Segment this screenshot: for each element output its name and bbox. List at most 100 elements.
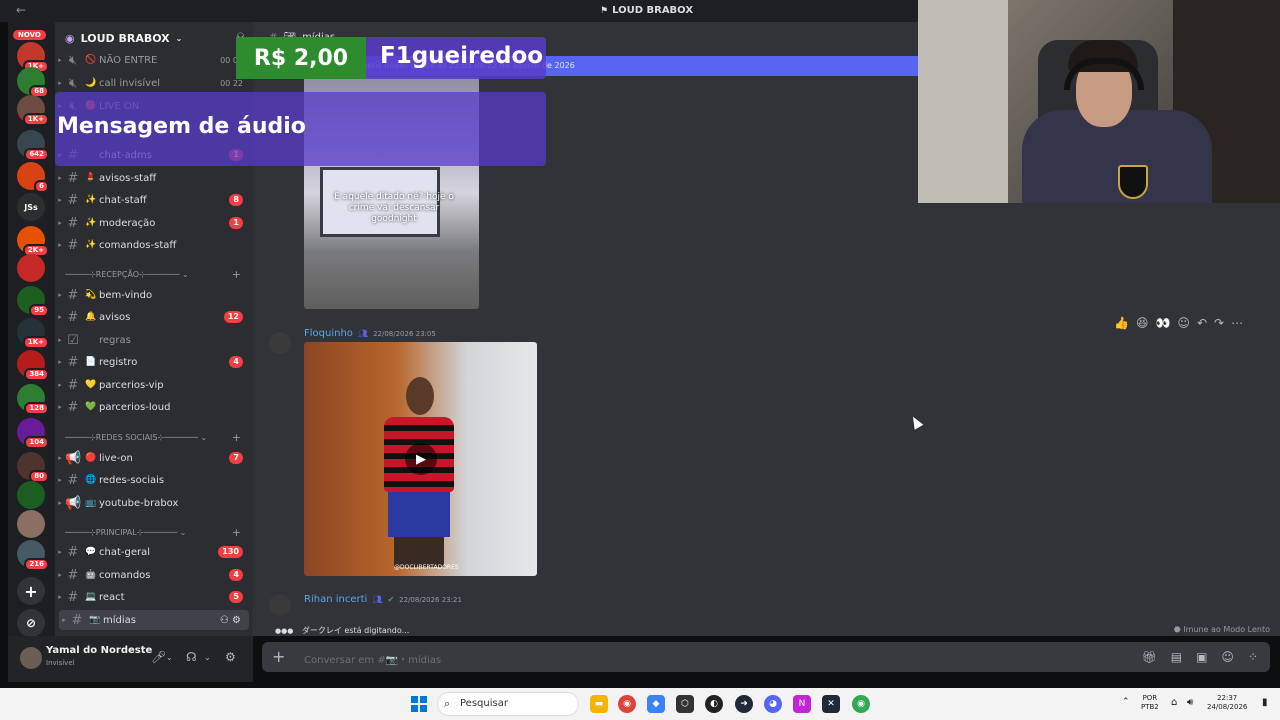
sticker-icon[interactable]: ▣ (1196, 650, 1207, 664)
chevron-up-icon[interactable]: ⌃ (1122, 698, 1130, 707)
server-icon[interactable]: 1K+ (17, 95, 49, 126)
thumbs-up-icon[interactable]: 👍 (1114, 316, 1129, 330)
category-name: REDES SOCIAIS (95, 433, 158, 442)
avatar[interactable] (20, 647, 42, 669)
server-icon[interactable]: 68 (17, 67, 49, 98)
guild-header[interactable]: ◉ LOUD BRABOX ⌄ (65, 32, 182, 45)
reply-icon[interactable]: ↶ (1197, 316, 1207, 330)
channel-item[interactable]: ▸ # 🌐 redes-sociais (55, 470, 253, 490)
channel-item[interactable]: ▸ # 💬 chat-geral 130 (55, 542, 253, 562)
chrome-icon[interactable]: ◉ (852, 695, 870, 713)
channel-item[interactable]: ▸ # ✨ moderação 1 (55, 213, 253, 233)
channel-category[interactable]: ─────⊹ RECEPÇÃO ⊹─────── ⌄ + (65, 268, 245, 281)
channel-item[interactable]: ▸ # 📄 registro 4 (55, 352, 253, 372)
server-icon[interactable]: JSs (17, 193, 45, 221)
app-icon[interactable]: ➜ (735, 695, 753, 713)
channel-item[interactable]: ▸ ☑ regras (55, 330, 253, 350)
channel-item[interactable]: ▸ # 🤖 comandos 4 (55, 565, 253, 585)
back-arrow-icon[interactable]: ← (16, 3, 26, 17)
volume-icon[interactable]: 🔊︎ (1187, 698, 1193, 708)
discover-icon[interactable]: ⊘ (17, 609, 45, 637)
chrome-icon[interactable]: ◉ (618, 695, 636, 713)
server-icon[interactable] (17, 510, 45, 538)
server-icon[interactable]: 80 (17, 452, 49, 483)
channel-item[interactable]: ▸ # ✨ chat-staff 8 (55, 190, 253, 210)
app-icon[interactable]: ⬡ (676, 695, 694, 713)
gif-icon[interactable]: ▤ (1171, 650, 1182, 664)
more-icon[interactable]: ⋯ (1231, 316, 1243, 330)
avatar[interactable] (269, 594, 291, 616)
obs-icon[interactable]: ◐ (705, 695, 723, 713)
server-icon[interactable]: 642 (17, 130, 49, 161)
network-icon[interactable]: ⌂ (1171, 698, 1177, 708)
channel-item[interactable]: ▸ 📢 🔴 live-on 7 (55, 448, 253, 468)
add-channel-icon[interactable]: + (232, 526, 241, 539)
channel-item[interactable]: ▸ # ✨ comandos-staff (55, 235, 253, 255)
laughing-icon[interactable]: 😆 (1136, 316, 1149, 330)
server-icon[interactable]: 2K+ (17, 226, 49, 257)
channel-category[interactable]: ─────⊹ PRINCIPAL ⊹─────── ⌄ + (65, 526, 245, 539)
channel-item[interactable]: ▸ 🔇︎ 🌙 call invisível 00 22 (55, 73, 253, 93)
eyes-icon[interactable]: 👀 (1155, 316, 1170, 330)
server-icon[interactable]: 104 (17, 418, 49, 449)
channel-emoji: 🔴 (85, 453, 97, 463)
server-icon[interactable] (17, 481, 45, 509)
channel-item[interactable]: ▸ # 💻 react 5 (55, 587, 253, 607)
channel-item[interactable]: ▸ # 🔔 avisos 12 (55, 307, 253, 327)
language-indicator[interactable]: POR PTB2 (1141, 694, 1159, 712)
channel-item[interactable]: ▸ 🔇︎ 🚫 NÃO ENTRE 00 01 (55, 50, 253, 70)
forward-icon[interactable]: ↷ (1214, 316, 1224, 330)
unread-count-badge: 4 (229, 569, 243, 581)
video-watermark: @DOCLIBERTADORES (394, 564, 459, 571)
channel-category[interactable]: ─────⊹ REDES SOCIAIS ⊹─────── ⌄ + (65, 431, 245, 444)
add-channel-icon[interactable]: + (232, 268, 241, 281)
discord-icon[interactable]: ◕ (764, 695, 782, 713)
chevron-down-icon[interactable]: ⌄ (204, 653, 211, 662)
message-composer[interactable]: + Conversar em #📷・mídias 🎁︎ ▤ ▣ ☺ ⁘ (262, 642, 1270, 672)
clock[interactable]: 22:37 24/08/2026 (1207, 694, 1247, 712)
terminal-icon[interactable]: ✕ (822, 695, 840, 713)
server-icon[interactable]: 1K+ (17, 42, 49, 73)
add-channel-icon[interactable]: + (232, 431, 241, 444)
taskbar-search[interactable]: ⌕ Pesquisar (437, 692, 579, 716)
server-icon[interactable]: 216 (17, 540, 49, 571)
server-icon[interactable]: 128 (17, 384, 49, 415)
message-author[interactable]: Rihan incerti (304, 594, 367, 605)
composer-placeholder[interactable]: Conversar em #📷・mídias (304, 651, 441, 666)
next-icon[interactable]: N (793, 695, 811, 713)
channel-name: mídias (103, 614, 136, 626)
channel-settings-icon[interactable]: ⚇ ⚙ (220, 615, 241, 626)
channel-item[interactable]: ▸ # 💚 parcerios-loud (55, 397, 253, 417)
language-top: POR (1142, 694, 1158, 702)
unread-badge: 384 (24, 368, 49, 381)
message-author[interactable]: Floquinho (304, 328, 353, 339)
channel-item[interactable]: ▸ # 💛 parcerios-vip (55, 375, 253, 395)
attach-plus-icon[interactable]: + (272, 647, 285, 666)
app-icon[interactable]: ◆ (647, 695, 665, 713)
server-icon[interactable]: 1K+ (17, 318, 49, 349)
add-reaction-icon[interactable]: ☺ (1177, 316, 1190, 330)
microphone-icon[interactable]: 🎤︎ (151, 650, 166, 664)
chevron-down-icon[interactable]: ⌄ (166, 653, 173, 662)
channel-item[interactable]: ▸ # 💄 avisos-staff (55, 168, 253, 188)
apps-icon[interactable]: ⁘ (1248, 650, 1258, 664)
server-icon[interactable] (17, 254, 45, 282)
emoji-icon[interactable]: ☺ (1221, 650, 1234, 664)
notification-icon[interactable]: ▮ (1262, 698, 1268, 708)
play-icon[interactable]: ▶ (405, 443, 437, 475)
add-server-icon[interactable]: + (17, 577, 45, 605)
server-icon[interactable]: 95 (17, 286, 49, 317)
chevron-right-icon: ▸ (58, 593, 62, 601)
server-icon[interactable]: 384 (17, 350, 49, 381)
channel-item[interactable]: ▸ 📢 📺 youtube-brabox (55, 493, 253, 513)
avatar[interactable] (269, 332, 291, 354)
channel-item[interactable]: ▸ # 📷 mídias ⚇ ⚙ (59, 610, 249, 630)
windows-start-icon[interactable] (411, 696, 427, 712)
file-explorer-icon[interactable]: ▬ (590, 695, 608, 713)
video-attachment[interactable]: ▶ @DOCLIBERTADORES (304, 342, 537, 576)
channel-item[interactable]: ▸ # 💫 bem-vindo (55, 285, 253, 305)
server-icon[interactable]: 6 (17, 162, 49, 193)
gear-icon[interactable]: ⚙ (225, 650, 236, 664)
gift-icon[interactable]: 🎁︎ (1142, 650, 1157, 664)
headphones-icon[interactable]: ☊ (186, 650, 197, 664)
